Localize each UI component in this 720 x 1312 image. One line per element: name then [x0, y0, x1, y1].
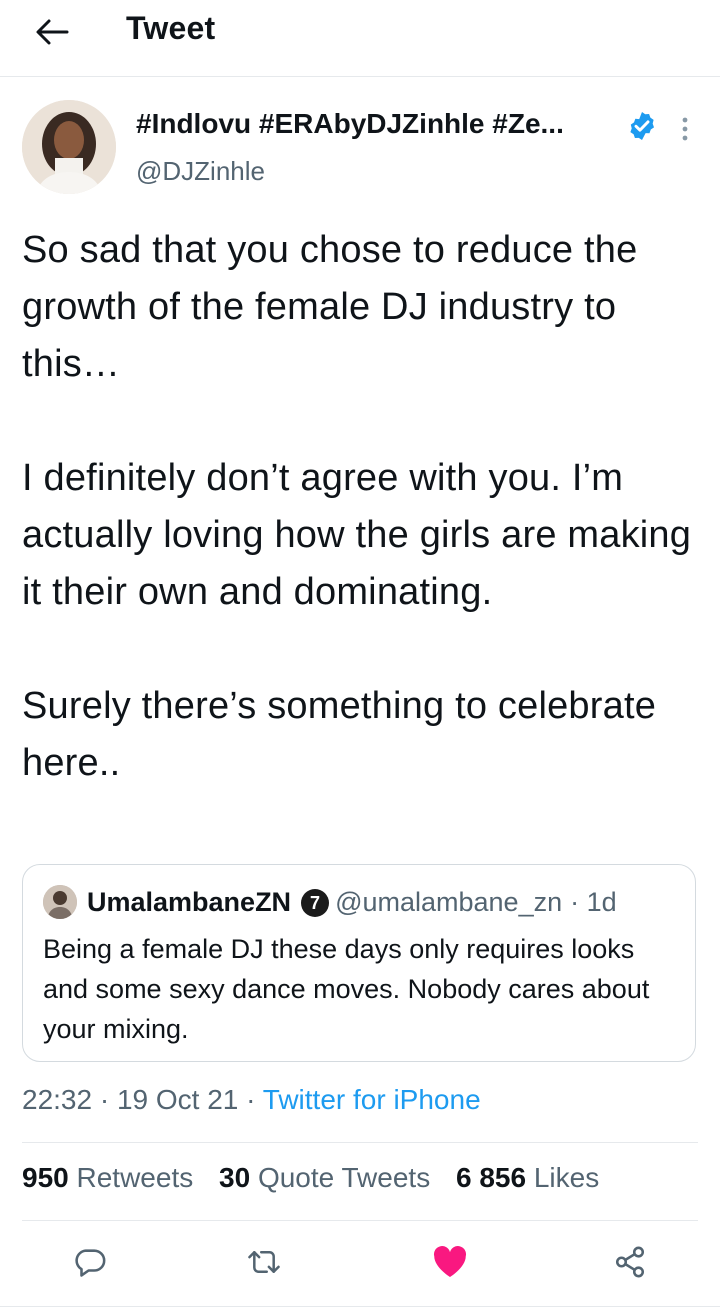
tweet-paragraph: So sad that you chose to reduce the grow…: [22, 229, 638, 385]
retweets-stat[interactable]: 950 Retweets: [22, 1162, 193, 1193]
quoted-author-handle: @umalambane_zn: [335, 887, 563, 917]
author-avatar[interactable]: [22, 100, 116, 194]
tweet-source-link[interactable]: Twitter for iPhone: [263, 1084, 481, 1115]
quoted-header: UmalambaneZN 7 @umalambane_zn · 1d: [87, 887, 617, 918]
tweet-date: · 19 Oct 21 ·: [99, 1084, 256, 1115]
quoted-badge: 7: [301, 888, 330, 917]
more-vertical-icon: [682, 117, 688, 141]
quote-tweets-count: 30: [219, 1162, 251, 1193]
likes-label: Likes: [533, 1162, 600, 1193]
likes-stat[interactable]: 6 856 Likes: [456, 1162, 599, 1193]
like-button[interactable]: [424, 1236, 476, 1288]
quoted-author-avatar: [43, 885, 77, 919]
retweets-label: Retweets: [76, 1162, 194, 1193]
tweet-actions: [0, 1236, 720, 1292]
verified-badge-icon: [630, 112, 654, 140]
tweet-text: So sad that you chose to reduce the grow…: [22, 222, 702, 792]
back-button[interactable]: [26, 10, 78, 54]
like-icon: [433, 1246, 467, 1277]
quote-tweets-label: Quote Tweets: [257, 1162, 431, 1193]
quoted-tweet-text: Being a female DJ these days only requir…: [43, 934, 650, 1044]
more-options-button[interactable]: [668, 112, 702, 146]
retweets-count: 950: [22, 1162, 69, 1193]
author-handle[interactable]: @DJZinhle: [136, 156, 265, 187]
share-button[interactable]: [604, 1236, 656, 1288]
quoted-author-name: UmalambaneZN: [87, 887, 292, 917]
page-title: Tweet: [126, 10, 216, 46]
tweet-paragraph: Surely there’s something to celebrate he…: [22, 685, 657, 784]
tweet-timestamp: 22:32 · 19 Oct 21 · Twitter for iPhone: [22, 1084, 481, 1116]
reply-icon: [75, 1249, 106, 1277]
divider: [0, 1306, 720, 1307]
tweet-paragraph: I definitely don’t agree with you. I’m a…: [22, 457, 692, 613]
author-display-name[interactable]: #Indlovu #ERAbyDJZinhle #Ze...: [136, 108, 564, 140]
likes-count: 6 856: [455, 1162, 527, 1193]
retweet-icon: [248, 1251, 280, 1273]
quote-tweets-stat[interactable]: 30 Quote Tweets: [219, 1162, 430, 1193]
retweet-button[interactable]: [238, 1236, 290, 1288]
quoted-tweet-card[interactable]: UmalambaneZN 7 @umalambane_zn · 1d Being…: [22, 864, 696, 1062]
engagement-stats: 950 Retweets 30 Quote Tweets 6 856 Likes: [22, 1162, 617, 1194]
arrow-left-icon: [36, 19, 69, 45]
share-icon: [615, 1246, 645, 1278]
top-bar: Tweet: [0, 0, 720, 77]
tweet-time: 22:32: [22, 1084, 93, 1115]
divider: [22, 1220, 698, 1221]
quoted-time: · 1d: [570, 887, 617, 917]
reply-button[interactable]: [64, 1236, 116, 1288]
divider: [22, 1142, 698, 1143]
